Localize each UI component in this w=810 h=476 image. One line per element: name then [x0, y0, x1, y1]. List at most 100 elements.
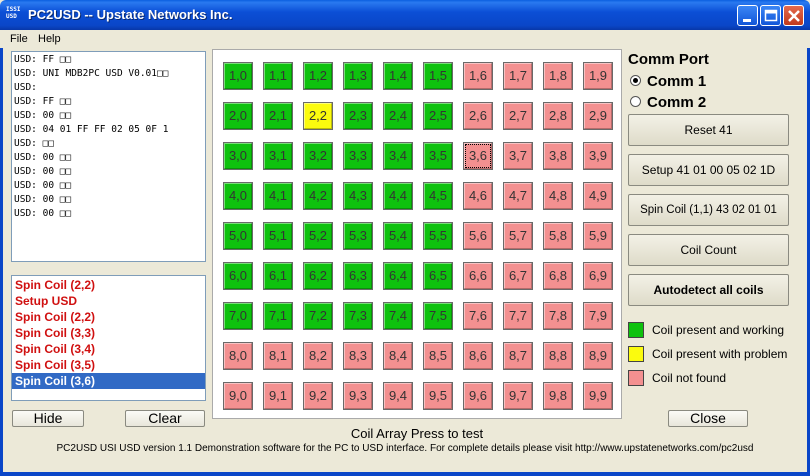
coil-button[interactable]: 1,9: [583, 62, 613, 90]
coil-button[interactable]: 5,2: [303, 222, 333, 250]
coil-button[interactable]: 7,6: [463, 302, 493, 330]
coil-button[interactable]: 6,5: [423, 262, 453, 290]
coil-button[interactable]: 3,4: [383, 142, 413, 170]
coil-button[interactable]: 4,6: [463, 182, 493, 210]
coil-button[interactable]: 5,5: [423, 222, 453, 250]
coil-button[interactable]: 1,0: [223, 62, 253, 90]
coil-button[interactable]: 3,5: [423, 142, 453, 170]
coil-button[interactable]: 7,8: [543, 302, 573, 330]
coil-button[interactable]: 8,5: [423, 342, 453, 370]
coil-button[interactable]: 9,2: [303, 382, 333, 410]
reset-button[interactable]: Reset 41: [628, 114, 789, 146]
coil-button[interactable]: 7,3: [343, 302, 373, 330]
coil-button[interactable]: 6,0: [223, 262, 253, 290]
coil-button[interactable]: 3,2: [303, 142, 333, 170]
coil-button[interactable]: 7,4: [383, 302, 413, 330]
close-button[interactable]: Close: [668, 410, 748, 427]
coil-button[interactable]: 3,9: [583, 142, 613, 170]
coil-button[interactable]: 8,9: [583, 342, 613, 370]
coil-button[interactable]: 4,9: [583, 182, 613, 210]
coil-button[interactable]: 1,4: [383, 62, 413, 90]
coil-button[interactable]: 2,1: [263, 102, 293, 130]
coil-button[interactable]: 5,8: [543, 222, 573, 250]
coil-button[interactable]: 3,8: [543, 142, 573, 170]
coil-button[interactable]: 2,2: [303, 102, 333, 130]
coil-button[interactable]: 4,4: [383, 182, 413, 210]
coil-button[interactable]: 4,1: [263, 182, 293, 210]
coil-button[interactable]: 9,4: [383, 382, 413, 410]
minimize-button[interactable]: [737, 5, 758, 26]
menu-help[interactable]: Help: [38, 33, 61, 45]
coil-button[interactable]: 3,0: [223, 142, 253, 170]
coil-button[interactable]: 1,1: [263, 62, 293, 90]
coil-button[interactable]: 9,7: [503, 382, 533, 410]
history-item[interactable]: Spin Coil (3,5): [12, 357, 205, 373]
coil-count-button[interactable]: Coil Count: [628, 234, 789, 266]
coil-button[interactable]: 3,7: [503, 142, 533, 170]
coil-button[interactable]: 7,1: [263, 302, 293, 330]
coil-button[interactable]: 9,6: [463, 382, 493, 410]
menu-file[interactable]: File: [10, 33, 28, 45]
coil-button[interactable]: 1,5: [423, 62, 453, 90]
coil-button[interactable]: 2,5: [423, 102, 453, 130]
coil-button[interactable]: 1,7: [503, 62, 533, 90]
history-item[interactable]: Spin Coil (2,2): [12, 277, 205, 293]
coil-button[interactable]: 2,8: [543, 102, 573, 130]
coil-button[interactable]: 5,0: [223, 222, 253, 250]
coil-button[interactable]: 1,8: [543, 62, 573, 90]
app-icon[interactable]: ISSI USD: [6, 6, 24, 22]
coil-button[interactable]: 1,2: [303, 62, 333, 90]
coil-button[interactable]: 3,1: [263, 142, 293, 170]
coil-button[interactable]: 9,5: [423, 382, 453, 410]
comm-1-radio[interactable]: Comm 1: [630, 73, 706, 91]
coil-button[interactable]: 8,1: [263, 342, 293, 370]
spin-coil-button[interactable]: Spin Coil (1,1) 43 02 01 01: [628, 194, 789, 226]
coil-button[interactable]: 2,7: [503, 102, 533, 130]
coil-button[interactable]: 5,9: [583, 222, 613, 250]
coil-button[interactable]: 4,2: [303, 182, 333, 210]
coil-button[interactable]: 6,8: [543, 262, 573, 290]
coil-button[interactable]: 8,3: [343, 342, 373, 370]
coil-button[interactable]: 9,1: [263, 382, 293, 410]
coil-button[interactable]: 8,2: [303, 342, 333, 370]
coil-button[interactable]: 6,2: [303, 262, 333, 290]
coil-button[interactable]: 6,6: [463, 262, 493, 290]
coil-button[interactable]: 8,8: [543, 342, 573, 370]
serial-log[interactable]: USD: FF □□ USD: UNI MDB2PC USD V0.01□□ USD…: [11, 51, 206, 262]
coil-button[interactable]: 2,4: [383, 102, 413, 130]
coil-button[interactable]: 7,2: [303, 302, 333, 330]
coil-button[interactable]: 3,3: [343, 142, 373, 170]
coil-button[interactable]: 3,6: [463, 142, 493, 170]
coil-button[interactable]: 4,8: [543, 182, 573, 210]
coil-button[interactable]: 6,4: [383, 262, 413, 290]
coil-button[interactable]: 6,7: [503, 262, 533, 290]
coil-button[interactable]: 5,3: [343, 222, 373, 250]
coil-button[interactable]: 4,0: [223, 182, 253, 210]
history-item[interactable]: Spin Coil (2,2): [12, 309, 205, 325]
history-item[interactable]: Setup USD: [12, 293, 205, 309]
coil-button[interactable]: 7,5: [423, 302, 453, 330]
history-item[interactable]: Spin Coil (3,6): [12, 373, 205, 389]
coil-button[interactable]: 8,0: [223, 342, 253, 370]
coil-button[interactable]: 2,3: [343, 102, 373, 130]
coil-button[interactable]: 7,9: [583, 302, 613, 330]
setup-button[interactable]: Setup 41 01 00 05 02 1D: [628, 154, 789, 186]
command-history-list[interactable]: Spin Coil (2,2) Setup USD Spin Coil (2,2) S…: [11, 275, 206, 401]
hide-button[interactable]: Hide: [12, 410, 84, 427]
coil-button[interactable]: 1,3: [343, 62, 373, 90]
coil-button[interactable]: 2,9: [583, 102, 613, 130]
comm-2-radio[interactable]: Comm 2: [630, 94, 706, 112]
coil-button[interactable]: 5,4: [383, 222, 413, 250]
coil-button[interactable]: 7,0: [223, 302, 253, 330]
coil-button[interactable]: 1,6: [463, 62, 493, 90]
history-item[interactable]: Spin Coil (3,3): [12, 325, 205, 341]
coil-button[interactable]: 8,4: [383, 342, 413, 370]
coil-button[interactable]: 5,6: [463, 222, 493, 250]
maximize-button[interactable]: [760, 5, 781, 26]
coil-button[interactable]: 5,7: [503, 222, 533, 250]
coil-button[interactable]: 6,3: [343, 262, 373, 290]
coil-button[interactable]: 6,9: [583, 262, 613, 290]
close-window-button[interactable]: [783, 5, 804, 26]
coil-button[interactable]: 9,8: [543, 382, 573, 410]
coil-button[interactable]: 9,0: [223, 382, 253, 410]
